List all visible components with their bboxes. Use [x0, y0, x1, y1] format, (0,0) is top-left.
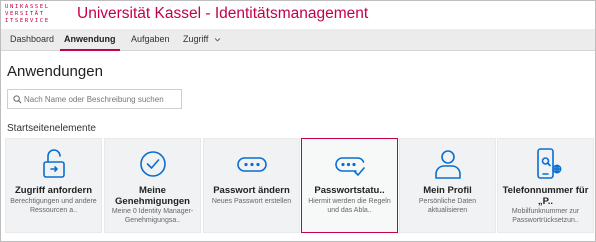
tab-zugriff-label: Zugriff — [183, 34, 209, 44]
app-window: UNIKASSEL VERSITÄT ITSERVICE Universität… — [0, 0, 596, 242]
tile-passwortstatus[interactable]: Passwortstatu.. Hiermit werden die Regel… — [301, 138, 398, 233]
person-icon — [434, 150, 461, 179]
search-icon — [13, 95, 22, 104]
check-circle-icon — [139, 151, 166, 177]
logo-line-2: VERSITÄT — [5, 11, 45, 17]
tab-aufgaben[interactable]: Aufgaben — [127, 29, 174, 51]
page-title: Anwendungen — [7, 63, 103, 80]
tile-title: Meine Genehmigungen — [115, 185, 190, 207]
tab-dashboard-label: Dashboard — [10, 34, 55, 44]
mobile-phone-icon — [536, 148, 561, 179]
app-title: Universität Kassel - Identitätsmanagemen… — [77, 5, 369, 22]
tile-description: Berechtigungen und andere Ressourcen a.. — [10, 198, 97, 214]
tile-title: Zugriff anfordern — [14, 185, 93, 196]
tile-passwort-aendern[interactable]: Passwort ändern Neues Passwort erstellen — [203, 138, 300, 233]
password-check-icon — [334, 157, 365, 176]
tab-aufgaben-label: Aufgaben — [131, 34, 170, 44]
tile-description: Hiermit werden die Regeln und das Abla.. — [308, 198, 391, 214]
tab-dashboard[interactable]: Dashboard — [6, 29, 58, 51]
tile-title: Telefonnummer für „P.. — [502, 185, 589, 207]
nav-bar: Dashboard Anwendung Aufgaben Zugriff — [1, 29, 595, 51]
logo-line-1: UNIKASSEL — [5, 4, 50, 10]
tile-grid: Zugriff anfordern Berechtigungen und and… — [5, 138, 594, 233]
logo-line-3: ITSERVICE — [5, 18, 50, 24]
tab-anwendung[interactable]: Anwendung — [60, 29, 120, 51]
tile-description: Mobilfunknummer zur Passwortrücksetzun.. — [511, 208, 580, 224]
tile-title: Mein Profil — [423, 185, 472, 196]
section-title: Startseitenelemente — [7, 123, 96, 134]
tile-mein-profil[interactable]: Mein Profil Persönliche Daten aktualisie… — [399, 138, 496, 233]
tile-description: Persönliche Daten aktualisieren — [418, 198, 477, 214]
tile-title: Passwort ändern — [213, 185, 290, 196]
tab-anwendung-label: Anwendung — [64, 34, 116, 44]
tile-title: Passwortstatu.. — [314, 185, 385, 196]
tab-zugriff[interactable]: Zugriff — [179, 29, 225, 51]
password-dots-icon — [236, 157, 267, 172]
tile-description: Neues Passwort erstellen — [211, 198, 292, 205]
tile-telefonnummer[interactable]: Telefonnummer für „P.. Mobilfunknummer z… — [497, 138, 594, 233]
lock-unlocked-icon — [42, 149, 65, 178]
header: UNIKASSEL VERSITÄT ITSERVICE Universität… — [1, 1, 595, 29]
tile-meine-genehmigungen[interactable]: Meine Genehmigungen Meine 0 Identity Man… — [104, 138, 201, 233]
university-logo[interactable]: UNIKASSEL VERSITÄT ITSERVICE — [5, 4, 61, 28]
search-box[interactable] — [7, 89, 182, 109]
search-input[interactable] — [24, 91, 179, 107]
tile-zugriff-anfordern[interactable]: Zugriff anfordern Berechtigungen und and… — [5, 138, 102, 233]
chevron-down-icon — [214, 38, 221, 42]
tile-description: Meine 0 Identity Manager-Genehmigungsa.. — [111, 208, 194, 224]
